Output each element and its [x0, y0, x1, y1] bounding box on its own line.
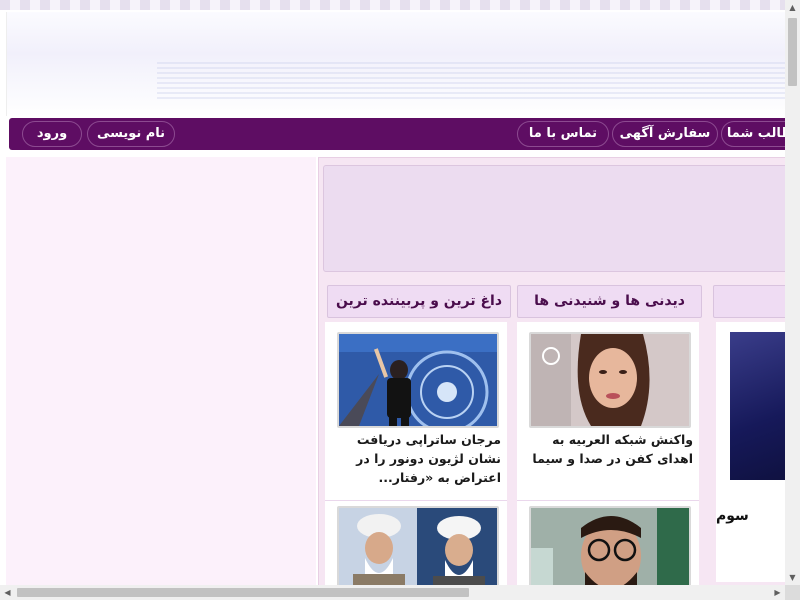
- featured-card[interactable]: سوم: [716, 322, 785, 582]
- ad-banner-placeholder: [323, 165, 785, 272]
- horizontal-scrollbar[interactable]: ◀ ▶: [0, 585, 785, 600]
- register-button[interactable]: نام نویسی: [87, 121, 175, 147]
- horizontal-scroll-thumb[interactable]: [17, 588, 469, 597]
- stage-photo-image: [339, 334, 497, 426]
- top-decorative-strip: [0, 0, 785, 10]
- news-thumbnail[interactable]: [337, 332, 499, 428]
- clerics-photo-image: [339, 508, 497, 585]
- scrollbar-corner: [785, 585, 800, 600]
- contact-us-link[interactable]: تماس با ما: [517, 121, 609, 147]
- left-sidebar: [6, 157, 316, 585]
- news-panel-watch-listen: واکنش شبکه العربیه به اهدای کفن در صدا و…: [517, 322, 699, 585]
- scroll-up-icon[interactable]: ▲: [785, 0, 800, 15]
- news-headline[interactable]: مرجان ساتراپی دریافت نشان لژیون دونور را…: [335, 430, 501, 487]
- news-thumbnail[interactable]: [529, 332, 691, 428]
- news-panel-hottest: مرجان ساتراپی دریافت نشان لژیون دونور را…: [325, 322, 507, 585]
- news-thumbnail[interactable]: [337, 506, 499, 585]
- presenter-photo-image: [531, 334, 689, 426]
- vertical-scrollbar[interactable]: ▲ ▼: [785, 0, 800, 585]
- section-header-hottest[interactable]: داغ ترین و پربیننده ترین: [327, 285, 511, 318]
- page: ورود نام نویسی تماس با ما سفارش آگهی مطا…: [0, 0, 785, 585]
- man-with-glasses-photo-image: [531, 508, 689, 585]
- vertical-scroll-thumb[interactable]: [788, 18, 797, 86]
- divider: [325, 500, 507, 501]
- main-navbar: ورود نام نویسی تماس با ما سفارش آگهی مطا…: [9, 118, 785, 150]
- header-banner: [6, 12, 785, 116]
- news-thumbnail[interactable]: [529, 506, 691, 585]
- featured-headline[interactable]: سوم: [716, 508, 776, 524]
- featured-image: [730, 332, 785, 480]
- news-headline[interactable]: واکنش شبکه العربیه به اهدای کفن در صدا و…: [527, 430, 693, 468]
- content-column: داغ ترین و پربیننده ترین دیدنی ها و شنید…: [318, 157, 785, 585]
- section-header-right[interactable]: [713, 285, 785, 318]
- scroll-right-icon[interactable]: ▶: [770, 585, 785, 600]
- divider: [517, 500, 699, 501]
- scroll-left-icon[interactable]: ◀: [0, 585, 15, 600]
- login-button[interactable]: ورود: [22, 121, 82, 147]
- order-ad-link[interactable]: سفارش آگهی: [612, 121, 718, 147]
- your-posts-link[interactable]: مطالب شما: [721, 121, 785, 147]
- section-header-watch-listen[interactable]: دیدنی ها و شنیدنی ها: [517, 285, 702, 318]
- scroll-down-icon[interactable]: ▼: [785, 570, 800, 585]
